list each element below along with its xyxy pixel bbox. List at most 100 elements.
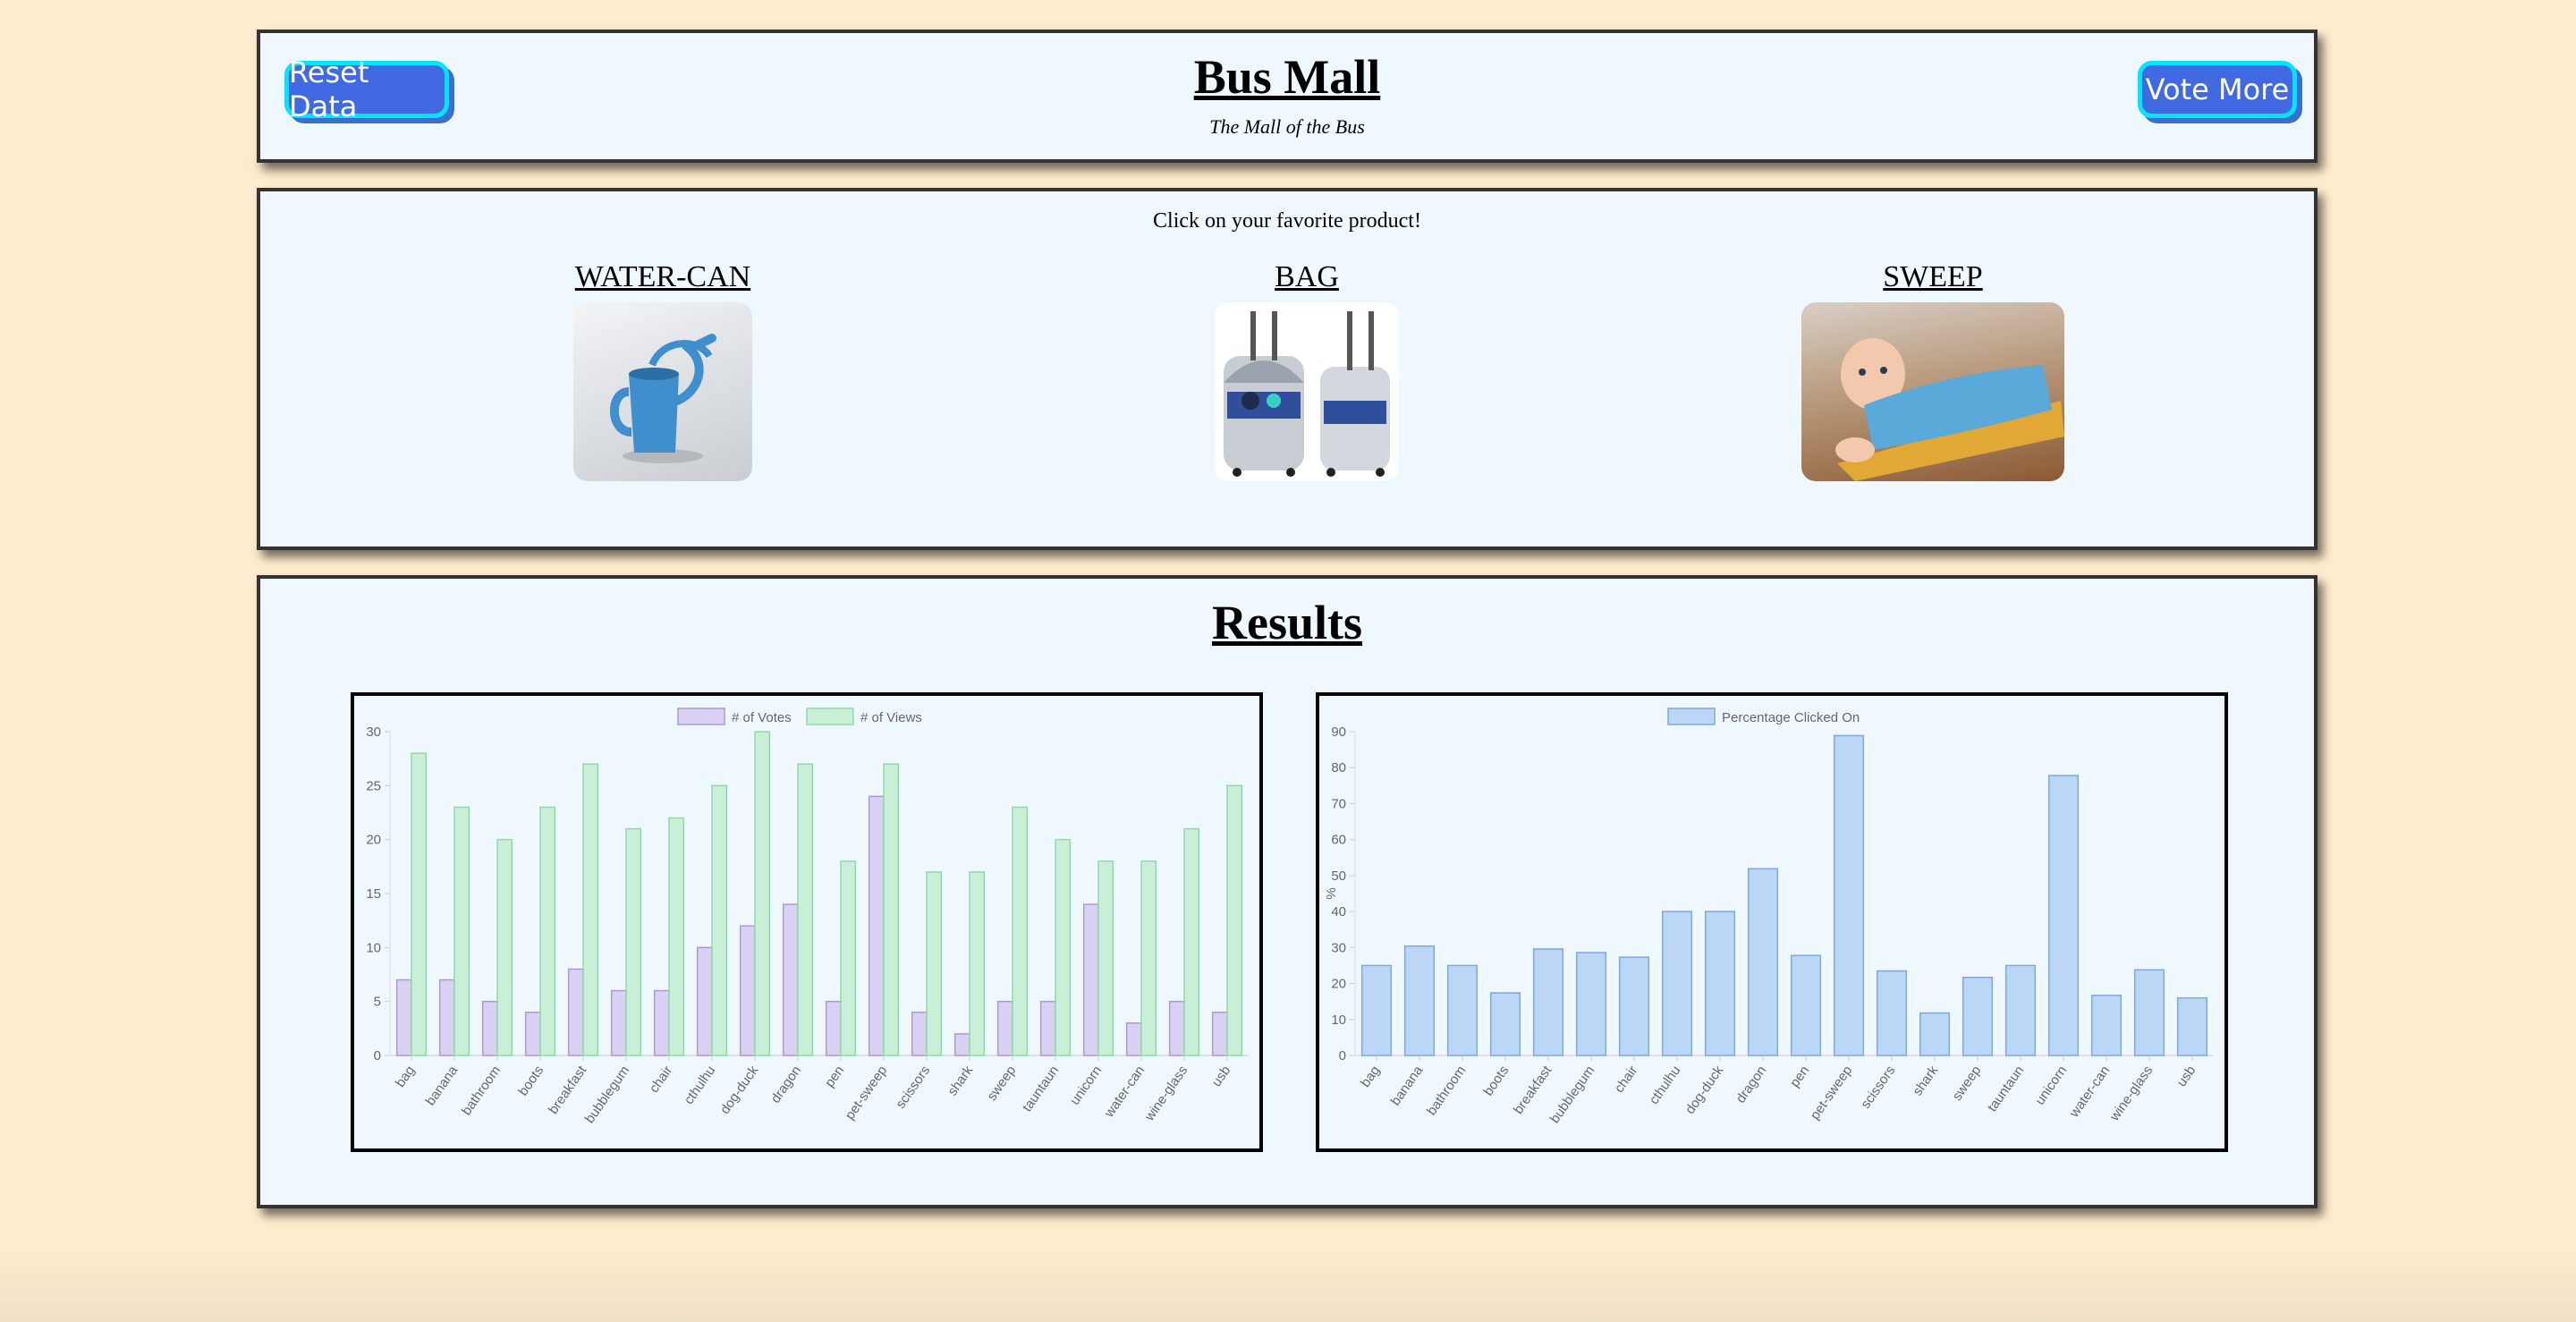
bar-unicorn [2047,775,2080,1056]
bar-pet-sweep [868,795,885,1056]
x-tick-label: chair [1612,1064,1641,1096]
x-tick-label: cthulhu [1647,1064,1684,1107]
bar-sweep [1012,806,1029,1056]
bar-chair [668,817,685,1056]
x-tick-label: chair [647,1064,676,1096]
x-tick-label: boots [515,1064,547,1099]
bar-bubblegum [1575,952,1607,1056]
x-tick-label: pen [1787,1064,1812,1090]
y-tick-label: 30 [366,725,381,740]
watering-can-image[interactable] [573,302,752,481]
bar-unicorn [1097,860,1114,1056]
header-panel: Reset Data Bus Mall The Mall of the Bus … [257,30,2318,163]
x-tick-label: pet-sweep [843,1064,891,1123]
voting-panel: Click on your favorite product! WATER-CA… [257,188,2318,550]
percentage-chart: 0 10 20 30 40 50 60 70 80 90% bag banana bathroom boo… [1316,692,2228,1152]
bar-pen [1790,954,1822,1056]
bar-pen [840,860,857,1056]
x-tick-label: dog-duck [717,1063,762,1117]
y-tick-label: 10 [366,940,381,955]
y-tick-label: 50 [1331,869,1346,884]
y-axis-label: % [1324,887,1339,899]
x-tick-label: unicorn [1067,1064,1105,1108]
bar-banana [453,806,470,1056]
bar-usb [2176,996,2208,1056]
y-tick-label: 20 [1331,977,1346,992]
y-tick-label: 20 [366,833,381,848]
x-tick-label: pen [822,1064,847,1090]
x-tick-label: usb [1208,1064,1233,1090]
legend-label: # of Views [860,710,922,725]
bar-bathroom [481,1000,498,1056]
legend-swatch [806,708,854,725]
votes-views-chart-svg: 0 5 10 15 20 25 30 bag bananabathroom bootsbreakf… [366,708,1249,1127]
results-panel: Results 0 5 10 15 20 25 30 bag banana bathroom boo… [257,575,2318,1208]
bar-pet-sweep [883,763,900,1056]
x-tick-label: cthulhu [682,1064,719,1107]
bar-bag [411,752,428,1056]
x-tick-label: bag [393,1064,418,1090]
product-name: WATER-CAN [574,260,751,293]
x-tick-label: bathroom [1424,1064,1469,1119]
product-name: SWEEP [1883,260,1983,293]
bar-chair [653,989,670,1056]
bar-breakfast [582,763,599,1056]
bar-scissors [1876,970,1908,1056]
bar-shark [1919,1012,1951,1056]
product-center[interactable]: BAG [1173,259,1441,481]
bar-dog-duck [754,731,771,1056]
baby-sweeper-onesie-image[interactable] [1801,302,2064,481]
x-tick-label: shark [1910,1063,1941,1098]
x-tick-label: bag [1358,1064,1383,1090]
x-tick-label: scissors [1858,1064,1898,1112]
bar-sweep [1962,976,1994,1056]
x-tick-label: shark [945,1063,976,1098]
x-tick-label: bubblegum [582,1064,633,1127]
bar-water-can [1125,1022,1142,1056]
results-title: Results [1211,596,1362,649]
bar-bag [1360,964,1393,1056]
vote-more-button[interactable]: Vote More [2138,61,2297,118]
y-tick-label: 25 [366,778,381,793]
x-tick-label: banana [1388,1063,1427,1108]
product-left[interactable]: WATER-CAN [529,259,797,481]
bar-usb [1211,1011,1228,1056]
bar-bubblegum [610,989,627,1056]
bar-water-can [1140,860,1157,1056]
bar-bathroom [1446,964,1479,1056]
bar-dragon [782,903,799,1056]
page-bottom-shade [0,1250,2576,1322]
bar-pen [825,1000,842,1056]
bar-chair [1618,956,1650,1056]
x-tick-label: wine-glass [1141,1064,1191,1125]
bar-wine-glass [2133,969,2165,1056]
x-tick-label: tauntaun [1985,1064,2027,1115]
x-tick-label: bubblegum [1547,1064,1598,1127]
bar-banana [438,979,455,1056]
bar-dragon [797,763,814,1056]
r2d2-luggage-image[interactable] [1215,302,1399,481]
bar-cthulhu [711,784,728,1056]
bar-dog-duck [1704,911,1736,1056]
legend-swatch [677,708,725,725]
bar-scissors [911,1011,928,1056]
bar-pet-sweep [1833,734,1865,1056]
site-title: Bus Mall [1193,50,1381,104]
bar-cthulhu [696,946,713,1056]
x-tick-label: dragon [1733,1064,1770,1106]
bar-dragon [1747,868,1779,1056]
product-right[interactable]: SWEEP [1799,259,2067,481]
x-tick-label: boots [1480,1064,1512,1099]
bar-tauntaun [1039,1000,1056,1056]
x-tick-label: sweep [1949,1064,1984,1104]
x-tick-label: water-can [1101,1064,1148,1122]
y-tick-label: 5 [374,995,381,1010]
product-name: BAG [1275,260,1339,293]
bar-tauntaun [2004,964,2037,1056]
x-tick-label: dog-duck [1682,1063,1727,1117]
bar-sweep [996,1000,1013,1056]
y-tick-label: 30 [1331,940,1346,955]
bar-shark [953,1033,970,1056]
bar-usb [1226,784,1243,1056]
bar-shark [969,871,986,1056]
